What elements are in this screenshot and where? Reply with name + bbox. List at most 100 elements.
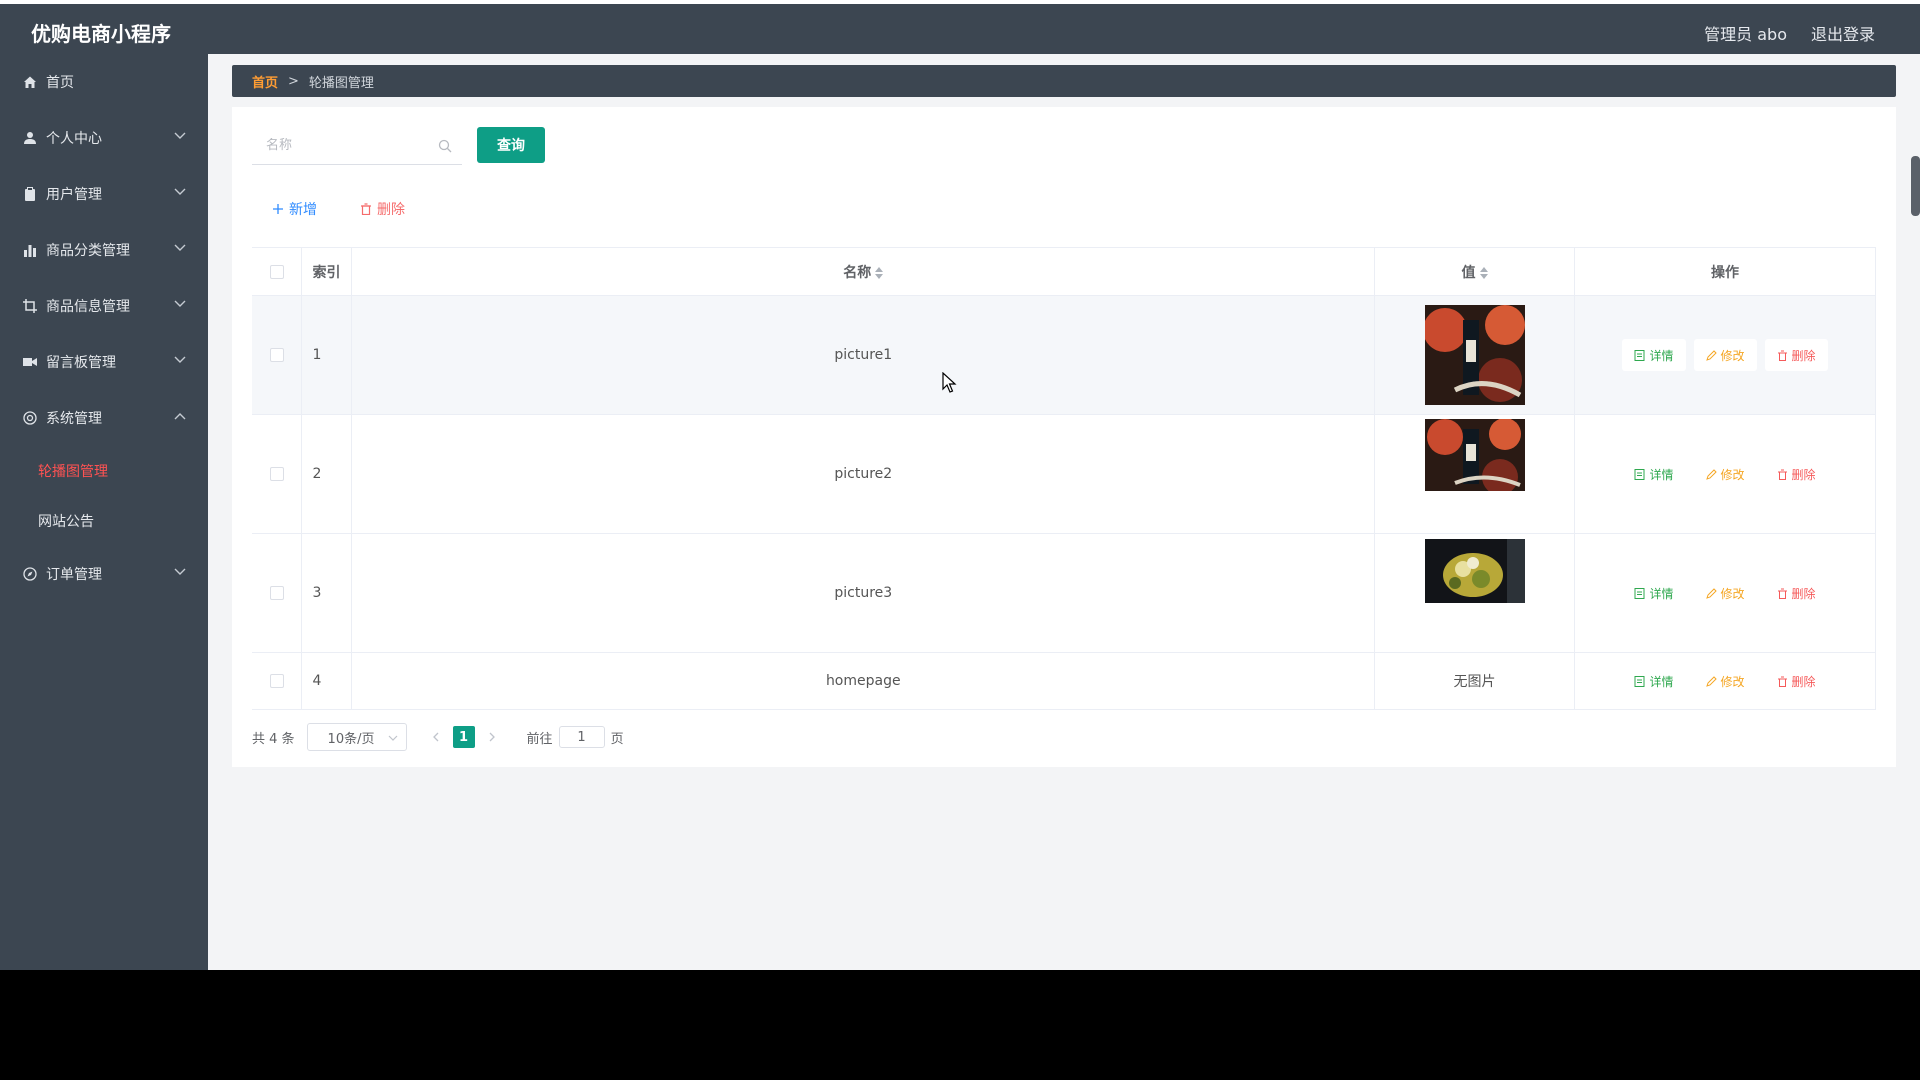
- edit-button[interactable]: 修改: [1694, 577, 1757, 609]
- sidebar-item-home[interactable]: 首页: [0, 54, 208, 110]
- carousel-table: 索引 名称 值 操作 1 picture1 详情 修改 删除 2 picture…: [252, 247, 1876, 710]
- row-value: 无图片: [1374, 652, 1576, 710]
- detail-label: 详情: [1649, 586, 1674, 601]
- detail-button[interactable]: 详情: [1622, 665, 1685, 697]
- prev-page-button[interactable]: [425, 726, 447, 748]
- detail-label: 详情: [1649, 467, 1674, 482]
- search-input[interactable]: [266, 138, 436, 153]
- row-checkbox[interactable]: [269, 348, 284, 362]
- column-header-ops: 操作: [1574, 247, 1876, 296]
- document-icon: [1634, 349, 1645, 361]
- sidebar: 首页 个人中心 用户管理 商品分类管理 商品信息管理 留言板管理 系统管理 轮播…: [0, 54, 208, 970]
- document-icon: [1634, 587, 1645, 599]
- select-all-cell: [252, 247, 303, 296]
- delete-button[interactable]: 删除: [1764, 339, 1828, 371]
- sidebar-item-label: 订单管理: [46, 567, 102, 583]
- chevron-down-icon: [174, 568, 186, 575]
- pencil-icon: [1705, 675, 1717, 687]
- row-checkbox[interactable]: [269, 674, 284, 688]
- page-number-current[interactable]: 1: [452, 726, 475, 748]
- detail-button[interactable]: 详情: [1622, 339, 1686, 371]
- sort-icon[interactable]: [1479, 266, 1488, 280]
- delete-button[interactable]: 删除: [1765, 458, 1828, 490]
- chevron-down-icon: [174, 132, 186, 139]
- sidebar-item-users[interactable]: 用户管理: [0, 166, 208, 222]
- row-value-cell: [1374, 295, 1576, 415]
- select-all-checkbox[interactable]: [269, 264, 284, 279]
- edit-label: 修改: [1720, 348, 1745, 363]
- sort-icon[interactable]: [875, 266, 884, 280]
- edit-label: 修改: [1720, 586, 1745, 601]
- sidebar-item-system[interactable]: 系统管理: [0, 390, 208, 446]
- sidebar-subitem-carousel[interactable]: 轮播图管理: [0, 446, 208, 496]
- detail-button[interactable]: 详情: [1622, 458, 1685, 490]
- sidebar-item-orders[interactable]: 订单管理: [0, 546, 208, 602]
- compass-icon: [22, 566, 38, 582]
- query-button[interactable]: 查询: [477, 127, 545, 163]
- row-checkbox[interactable]: [269, 467, 284, 481]
- row-ops-cell: 详情 修改 删除: [1574, 652, 1876, 710]
- pencil-icon: [1705, 587, 1717, 599]
- chevron-down-icon: [174, 188, 186, 195]
- batch-delete-button[interactable]: 删除: [360, 199, 405, 219]
- row-value-cell: [1374, 414, 1576, 534]
- edit-button[interactable]: 修改: [1694, 458, 1757, 490]
- row-value-cell: [1374, 533, 1576, 653]
- search-box: [252, 127, 462, 165]
- row-checkbox[interactable]: [269, 586, 284, 600]
- sidebar-subitem-notice[interactable]: 网站公告: [0, 496, 208, 546]
- sidebar-item-profile[interactable]: 个人中心: [0, 110, 208, 166]
- column-header-value[interactable]: 值: [1374, 247, 1576, 296]
- breadcrumb-home[interactable]: 首页: [252, 72, 278, 91]
- carousel-thumbnail[interactable]: [1424, 419, 1525, 491]
- add-button[interactable]: 新增: [272, 199, 317, 219]
- breadcrumb: 首页 > 轮播图管理: [232, 65, 1896, 97]
- app-title: 优购电商小程序: [31, 22, 171, 46]
- row-ops-cell: 详情 修改 删除: [1574, 414, 1876, 534]
- row-ops-cell: 详情 修改 删除: [1574, 295, 1876, 415]
- sidebar-item-messages[interactable]: 留言板管理: [0, 334, 208, 390]
- delete-label: 删除: [1791, 586, 1816, 601]
- detail-button[interactable]: 详情: [1622, 577, 1685, 609]
- column-header-name[interactable]: 名称: [351, 247, 1376, 296]
- sidebar-item-label: 系统管理: [46, 411, 102, 427]
- edit-label: 修改: [1720, 467, 1745, 482]
- edit-button[interactable]: 修改: [1694, 665, 1757, 697]
- breadcrumb-separator: >: [288, 73, 299, 89]
- carousel-thumbnail[interactable]: [1424, 305, 1525, 405]
- pagination-total: 共 4 条: [252, 731, 295, 747]
- logout-link[interactable]: 退出登录: [1811, 21, 1875, 45]
- trash-icon: [1777, 588, 1787, 599]
- chevron-down-icon: [174, 300, 186, 307]
- detail-label: 详情: [1649, 348, 1674, 363]
- sidebar-item-category[interactable]: 商品分类管理: [0, 222, 208, 278]
- goto-page-input[interactable]: [558, 726, 605, 748]
- delete-label: 删除: [1791, 467, 1816, 482]
- delete-button[interactable]: 删除: [1765, 577, 1828, 609]
- delete-button[interactable]: 删除: [1765, 665, 1828, 697]
- crop-icon: [22, 298, 38, 314]
- page-size-select[interactable]: 10条/页: [306, 723, 407, 751]
- document-icon: [1634, 468, 1645, 480]
- trash-icon: [1777, 350, 1787, 361]
- goto-prefix: 前往: [526, 731, 553, 747]
- chevron-down-icon: [174, 356, 186, 363]
- content-card: 查询 新增 删除 索引 名称 值 操作: [232, 107, 1896, 767]
- clipboard-icon: [22, 186, 38, 202]
- home-icon: [22, 74, 38, 90]
- sidebar-item-goods[interactable]: 商品信息管理: [0, 278, 208, 334]
- edit-button[interactable]: 修改: [1693, 339, 1757, 371]
- carousel-thumbnail[interactable]: [1424, 539, 1525, 603]
- pagination: 共 4 条 10条/页 1 前往 页: [252, 723, 624, 751]
- next-page-button[interactable]: [481, 726, 503, 748]
- pencil-icon: [1705, 468, 1717, 480]
- sidebar-item-label: 用户管理: [46, 187, 102, 203]
- delete-label: 删除: [1791, 348, 1816, 363]
- bar-chart-icon: [22, 242, 38, 258]
- user-icon: [22, 130, 38, 146]
- page-scrollbar[interactable]: [1911, 156, 1920, 216]
- plus-icon: [273, 204, 283, 214]
- sidebar-item-label: 商品分类管理: [46, 243, 130, 259]
- goto-suffix: 页: [610, 731, 624, 747]
- chevron-down-icon: [174, 244, 186, 251]
